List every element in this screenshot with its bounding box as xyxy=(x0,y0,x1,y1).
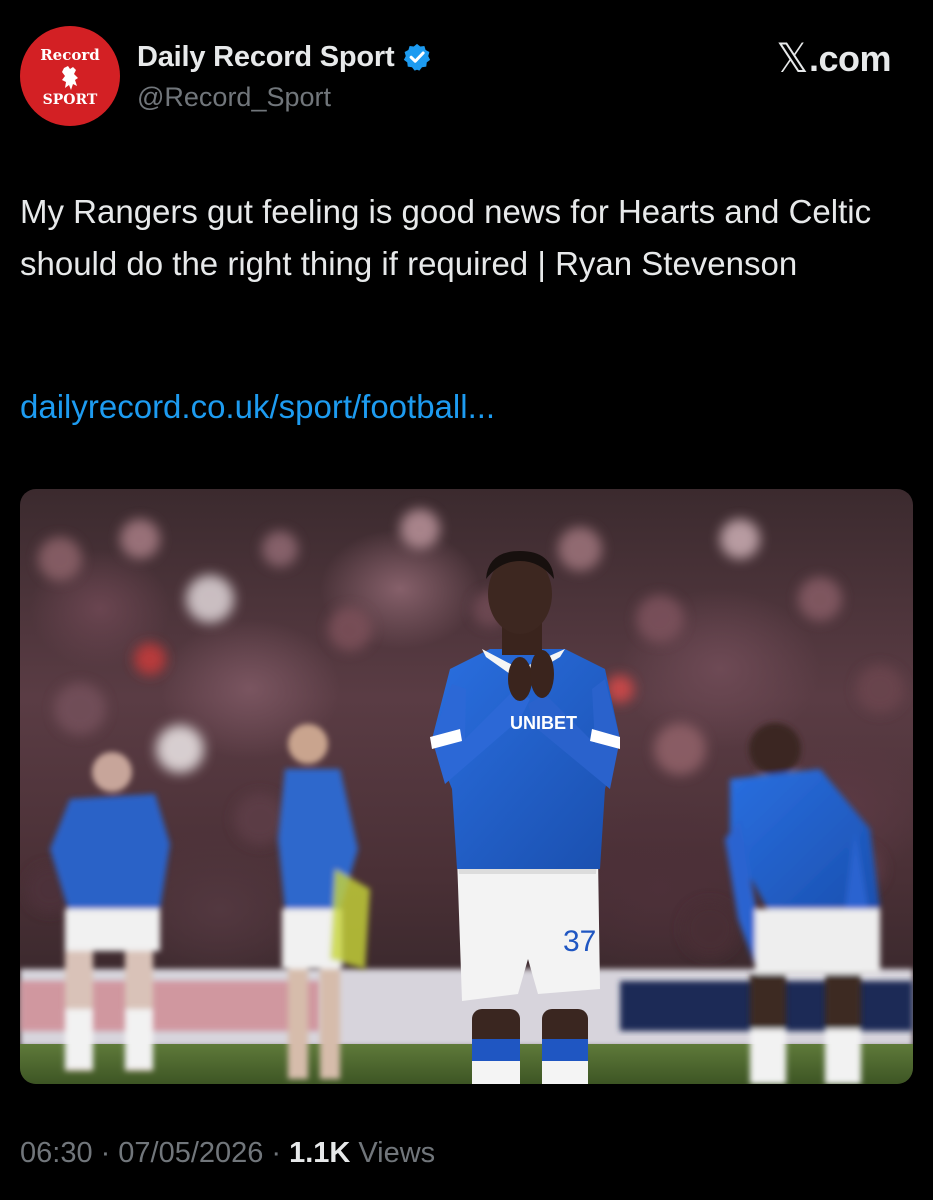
tweet-card: Record SPORT Daily Record Sport @Record_… xyxy=(0,0,933,1200)
tweet-time[interactable]: 06:30 xyxy=(20,1137,93,1170)
x-logo-icon: 𝕏 xyxy=(776,37,808,81)
avatar-text-bottom: SPORT xyxy=(42,92,98,108)
account-handle[interactable]: @Record_Sport xyxy=(137,82,331,113)
avatar[interactable]: Record SPORT xyxy=(20,26,120,126)
tweet-meta: 06:30 · 07/05/2026 · 1.1K Views xyxy=(20,1137,435,1170)
meta-separator: · xyxy=(271,1137,282,1169)
tweet-link[interactable]: dailyrecord.co.uk/sport/football... xyxy=(20,388,495,426)
views-label: Views xyxy=(358,1137,436,1169)
tweet-text: My Rangers gut feeling is good news for … xyxy=(20,193,872,282)
tweet-date[interactable]: 07/05/2026 xyxy=(118,1137,263,1170)
views-count[interactable]: 1.1K xyxy=(289,1137,350,1170)
sponsor-text: UNIBET xyxy=(510,713,577,733)
verified-badge-icon xyxy=(404,43,431,71)
author-name-row: Daily Record Sport xyxy=(137,38,432,76)
meta-separator: · xyxy=(100,1137,111,1169)
tweet-photo[interactable]: UNIBET 37 xyxy=(20,489,913,1084)
photo-scene: UNIBET 37 xyxy=(20,509,913,1084)
lion-crest-icon xyxy=(62,66,78,90)
brand-suffix: .com xyxy=(808,38,892,79)
display-name[interactable]: Daily Record Sport xyxy=(137,41,395,74)
x-brand: 𝕏 .com xyxy=(776,36,891,82)
avatar-text-top: Record xyxy=(40,46,100,64)
player-number: 37 xyxy=(563,925,596,958)
